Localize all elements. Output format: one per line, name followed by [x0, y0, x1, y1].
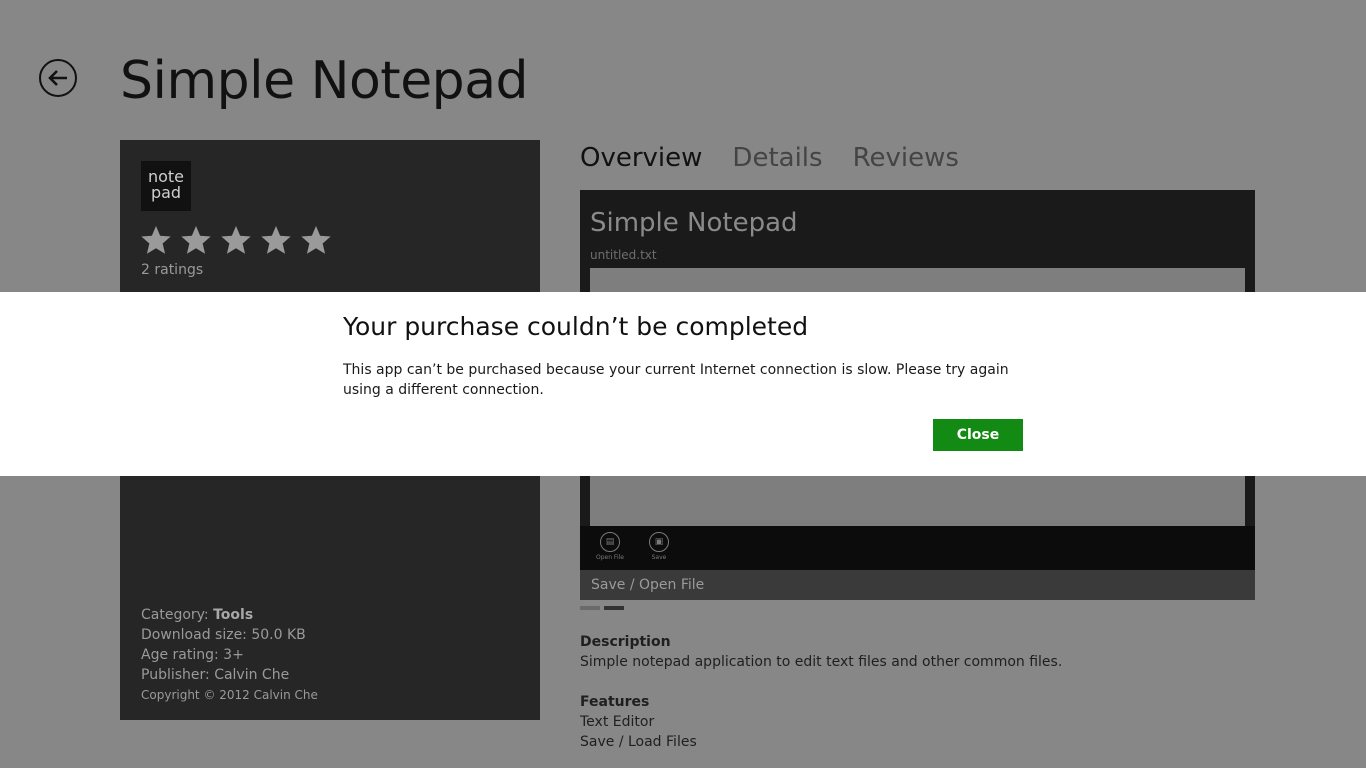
back-arrow-icon	[48, 70, 67, 86]
age-rating: Age rating: 3+	[141, 647, 244, 663]
description-text: Simple notepad application to edit text …	[580, 654, 1063, 670]
category-row: Category: Tools	[141, 605, 318, 625]
save-icon: ▣	[649, 532, 669, 552]
screenshot-caption: Save / Open File	[580, 570, 1255, 600]
feature-item: Text Editor	[580, 714, 655, 730]
open-file-label: Open File	[596, 554, 624, 561]
logo-line-2: pad	[150, 183, 182, 202]
screenshot-app-bar: ▤ Open File ▣ Save	[580, 526, 1255, 570]
description-heading: Description	[580, 634, 671, 650]
tab-details[interactable]: Details	[732, 140, 822, 176]
screenshot-app-title: Simple Notepad	[590, 208, 798, 238]
detail-tabs: Overview Details Reviews	[580, 140, 959, 176]
dialog-message: This app can’t be purchased because your…	[343, 362, 1009, 398]
star-icon	[181, 226, 211, 254]
category-link[interactable]: Tools	[213, 607, 253, 623]
screenshot-file-name: untitled.txt	[590, 248, 657, 262]
star-icon	[141, 226, 171, 254]
screenshot-pager	[580, 606, 624, 610]
download-size: Download size: 50.0 KB	[141, 627, 306, 643]
save-label: Save	[651, 554, 667, 561]
ratings-count: 2 ratings	[141, 262, 204, 278]
screenshot-open-button: ▤ Open File	[590, 532, 630, 561]
copyright: Copyright © 2012 Calvin Che	[141, 688, 318, 702]
description-section: Description Simple notepad application t…	[580, 632, 1062, 672]
tab-overview[interactable]: Overview	[580, 140, 702, 176]
app-logo: note pad	[141, 161, 191, 211]
close-button[interactable]: Close	[933, 419, 1023, 451]
rating-stars[interactable]	[140, 224, 332, 256]
star-icon	[301, 226, 331, 254]
pager-dot-active[interactable]	[604, 606, 624, 610]
open-file-icon: ▤	[600, 532, 620, 552]
page-title: Simple Notepad	[120, 51, 529, 111]
pager-dot[interactable]	[580, 606, 600, 610]
feature-item: Save / Load Files	[580, 734, 697, 750]
error-dialog: Your purchase couldn’t be completed This…	[0, 292, 1366, 476]
category-label: Category:	[141, 607, 209, 623]
star-icon	[261, 226, 291, 254]
app-metadata: Category: Tools Download size: 50.0 KB A…	[141, 605, 318, 705]
star-icon	[221, 226, 251, 254]
back-button[interactable]	[39, 59, 77, 97]
screenshot-save-button: ▣ Save	[639, 532, 679, 561]
publisher: Publisher: Calvin Che	[141, 667, 290, 683]
features-section: Features Text Editor Save / Load Files	[580, 692, 697, 752]
features-heading: Features	[580, 694, 650, 710]
tab-reviews[interactable]: Reviews	[853, 140, 959, 176]
dialog-title: Your purchase couldn’t be completed	[343, 312, 809, 341]
